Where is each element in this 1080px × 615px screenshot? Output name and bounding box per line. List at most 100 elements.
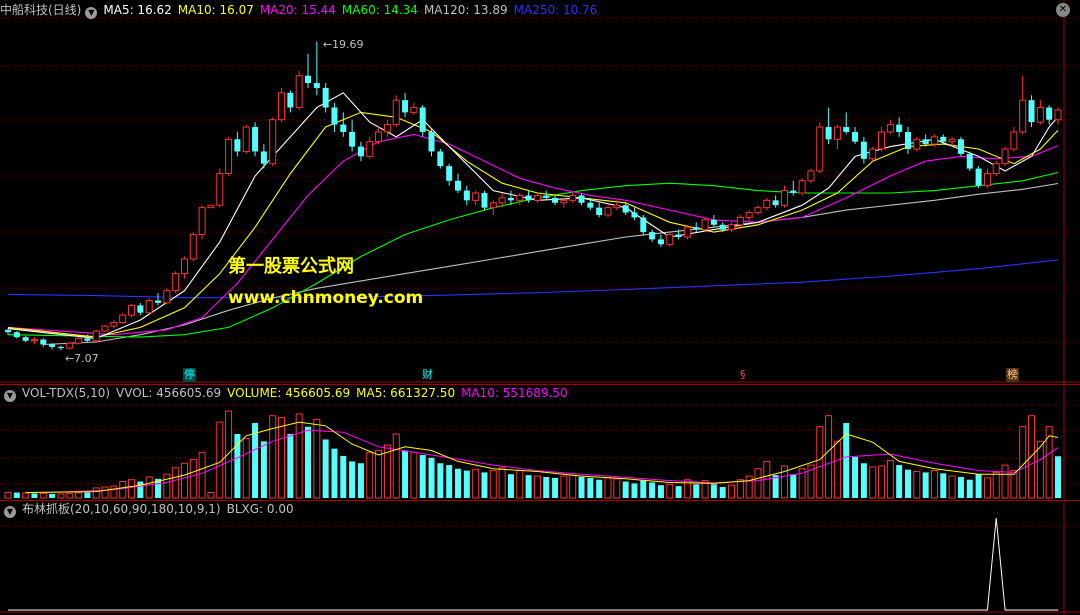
volume-bar [957, 476, 964, 498]
event-mark-finance[interactable]: 财 [421, 368, 434, 382]
candle-body [57, 346, 64, 349]
candle-body [560, 199, 568, 204]
chart-canvas: ←19.69 ←7.07 [0, 0, 1080, 615]
volume-bar [172, 467, 180, 499]
candle-body [40, 339, 47, 345]
volume-bar [349, 461, 356, 498]
volume-bar [119, 481, 127, 499]
ma20-value: MA20: 15.44 [259, 3, 336, 17]
event-mark-rank[interactable]: 榜 [1006, 368, 1019, 382]
volume-bar [745, 475, 753, 499]
volume-bar [419, 455, 426, 498]
candle-body [649, 232, 656, 240]
candle-body [1001, 148, 1009, 165]
volume-ma5-line [25, 421, 1059, 493]
candle-body [957, 139, 964, 154]
candle-body [446, 166, 453, 181]
candle-body [357, 146, 364, 157]
volume-bar [287, 434, 294, 498]
candle-body [604, 207, 612, 216]
candle-body [896, 124, 903, 132]
candle-body [437, 151, 444, 167]
candle-body [128, 304, 136, 316]
volume-bar [145, 476, 153, 499]
candle-body [701, 219, 709, 231]
candle-body [189, 234, 197, 260]
volume-bar [790, 474, 797, 498]
volume-bar [905, 469, 911, 498]
event-mark-suspend[interactable]: 停 [183, 368, 196, 382]
volume-bar [137, 481, 144, 498]
dropdown-icon[interactable]: ▼ [4, 390, 16, 402]
dropdown-icon[interactable]: ▼ [85, 7, 98, 19]
candle-body [198, 207, 206, 236]
volume-bar [278, 417, 286, 499]
volume-bar [428, 457, 435, 498]
volume-bar [402, 450, 409, 498]
volume-ma5-value: MA5: 661327.50 [356, 386, 456, 400]
candle-body [49, 344, 56, 347]
candle-body [84, 338, 91, 341]
candle-body [1054, 109, 1062, 121]
candle-body [137, 305, 144, 313]
candle-body [772, 200, 779, 206]
blxg-line [8, 517, 1058, 611]
close-icon[interactable]: ✕ [1056, 3, 1070, 17]
volume-bar [693, 484, 700, 498]
candle-body [5, 329, 11, 333]
volume-indicator-name[interactable]: VOL-TDX(5,10) [22, 386, 110, 400]
event-mark-section[interactable]: § [739, 368, 747, 382]
volume-bar [331, 448, 338, 498]
candle-body [278, 92, 286, 121]
volume-bar [101, 486, 109, 499]
volume-bar [13, 492, 20, 498]
candle-body [869, 148, 877, 160]
candle-body [366, 141, 374, 157]
candle-body [843, 127, 850, 132]
candle-body [852, 131, 859, 142]
volume-bar [913, 470, 921, 499]
volume-bar [772, 475, 779, 498]
blxg-value: BLXG: 0.00 [226, 502, 294, 516]
volume-layer [4, 410, 1061, 499]
volume-bar [622, 481, 629, 498]
candle-body [13, 332, 20, 338]
candle-body [463, 190, 470, 201]
candle-body [313, 83, 320, 88]
volume-bar [31, 493, 38, 498]
high-price-label: ←19.69 [323, 38, 364, 51]
dropdown-icon[interactable]: ▼ [4, 506, 16, 518]
volume-bar [1028, 415, 1036, 499]
candle-body [543, 195, 550, 198]
volume-bar [180, 462, 188, 499]
volume-bar [878, 465, 886, 499]
volume-value: VOLUME: 456605.69 [227, 386, 351, 400]
volume-bar [886, 460, 894, 499]
candle-body [481, 193, 488, 208]
watermark-title: 第一股票公式网 [228, 256, 354, 277]
candle-body [1036, 107, 1044, 123]
volume-bar [163, 473, 171, 499]
candle-body [145, 299, 153, 314]
candle-body [180, 258, 188, 275]
candle-body [455, 180, 461, 191]
candle-body [375, 131, 383, 143]
volume-bar [322, 439, 329, 498]
candle-body [675, 234, 682, 237]
candle-body [860, 141, 867, 159]
volume-bar [543, 476, 550, 498]
candle-body [1046, 107, 1053, 120]
volume-bar [560, 475, 568, 499]
grid-layer [0, 0, 1080, 615]
volume-bar [631, 483, 638, 498]
candle-body [498, 197, 506, 204]
candle-body [472, 192, 480, 201]
candle-body [489, 202, 497, 209]
indicator-name[interactable]: 布林抓板(20,10,60,90,180,10,9,1) [22, 502, 221, 516]
ma-line-ma60 [7, 171, 1059, 338]
volume-bar [587, 477, 594, 498]
stock-title[interactable]: 中船科技(日线) [0, 3, 81, 17]
volume-bar [22, 492, 30, 499]
candle-body [305, 75, 311, 84]
volume-bar [357, 463, 364, 498]
